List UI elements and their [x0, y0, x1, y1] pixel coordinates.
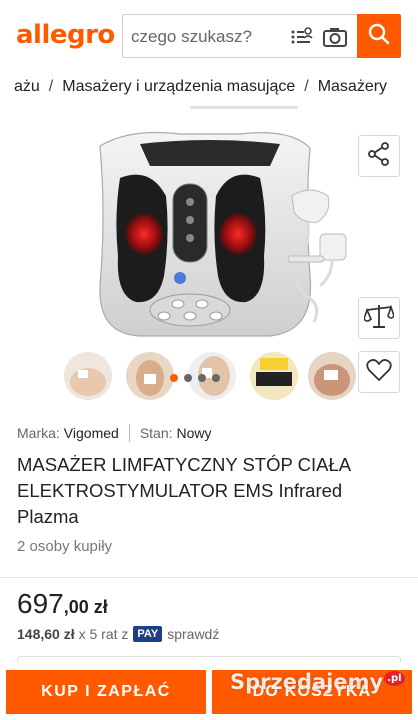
thumbnail[interactable]	[64, 352, 112, 400]
sprzedajemy-watermark: Sprzedajemy .pl	[230, 670, 405, 694]
price: 697,00 zł	[17, 588, 108, 620]
brand-value[interactable]: Vigomed	[64, 425, 119, 441]
breadcrumb-scrollbar[interactable]	[190, 106, 298, 109]
compare-button[interactable]	[358, 297, 400, 339]
search-button[interactable]	[357, 14, 401, 58]
top-bar: allegro	[0, 0, 418, 70]
thumbnail[interactable]	[126, 352, 174, 400]
installment-amount: 148,60 zł	[17, 626, 75, 642]
allegro-pay-badge: PAY	[133, 626, 163, 642]
breadcrumb: ażu / Masażery i urządzenia masujące / M…	[14, 78, 418, 100]
search-box[interactable]	[122, 14, 358, 58]
brand-label: Marka:	[17, 425, 60, 441]
search-input[interactable]	[131, 25, 281, 49]
buy-now-button[interactable]: KUP I ZAPŁAĆ	[6, 670, 206, 714]
watermark-text: Sprzedajemy	[230, 670, 384, 694]
product-page: allegro czego szukasz? ażu / Masażery i …	[0, 0, 418, 720]
filter-list-icon[interactable]	[287, 23, 315, 51]
thumbnail[interactable]	[308, 352, 356, 400]
condition-label: Stan:	[139, 425, 173, 441]
pagination-dot[interactable]	[212, 374, 220, 382]
allegro-logo[interactable]: allegro	[16, 20, 115, 50]
check-link[interactable]: sprawdź	[167, 626, 219, 642]
installment-info: 148,60 zł x 5 rat z PAY sprawdź	[17, 626, 219, 642]
divider	[0, 577, 418, 578]
pagination-dot-active[interactable]	[170, 374, 178, 382]
installment-text: x 5 rat z	[78, 626, 129, 642]
price-cents: ,00 zł	[63, 597, 108, 617]
meta-divider	[128, 424, 130, 442]
breadcrumb-item[interactable]: ażu	[14, 78, 40, 100]
pagination-dot[interactable]	[184, 374, 192, 382]
search-icon	[367, 22, 391, 51]
product-title: MASAŻER LIMFATYCZNY STÓP CIAŁA ELEKTROST…	[17, 454, 351, 527]
thumbnail[interactable]	[250, 352, 298, 400]
product-meta: Marka: Vigomed Stan: Nowy	[17, 424, 212, 442]
camera-icon[interactable]	[321, 23, 349, 51]
breadcrumb-item[interactable]: Masażery i urządzenia masujące	[62, 78, 295, 100]
breadcrumb-separator: /	[304, 78, 309, 95]
sold-count: 2 osoby kupiły	[17, 538, 113, 555]
heart-icon	[366, 358, 392, 387]
price-main: 697	[17, 588, 64, 619]
favorite-button[interactable]	[358, 351, 400, 393]
pagination-dot[interactable]	[198, 374, 206, 382]
share-icon	[366, 141, 392, 172]
share-button[interactable]	[358, 135, 400, 177]
breadcrumb-separator: /	[48, 78, 54, 95]
condition-value: Nowy	[176, 425, 212, 441]
watermark-suffix: .pl	[384, 671, 405, 686]
product-main-image[interactable]	[70, 126, 360, 344]
gallery-pagination	[170, 374, 220, 382]
breadcrumb-item[interactable]: Masażery	[318, 78, 387, 100]
scales-icon	[363, 302, 395, 335]
